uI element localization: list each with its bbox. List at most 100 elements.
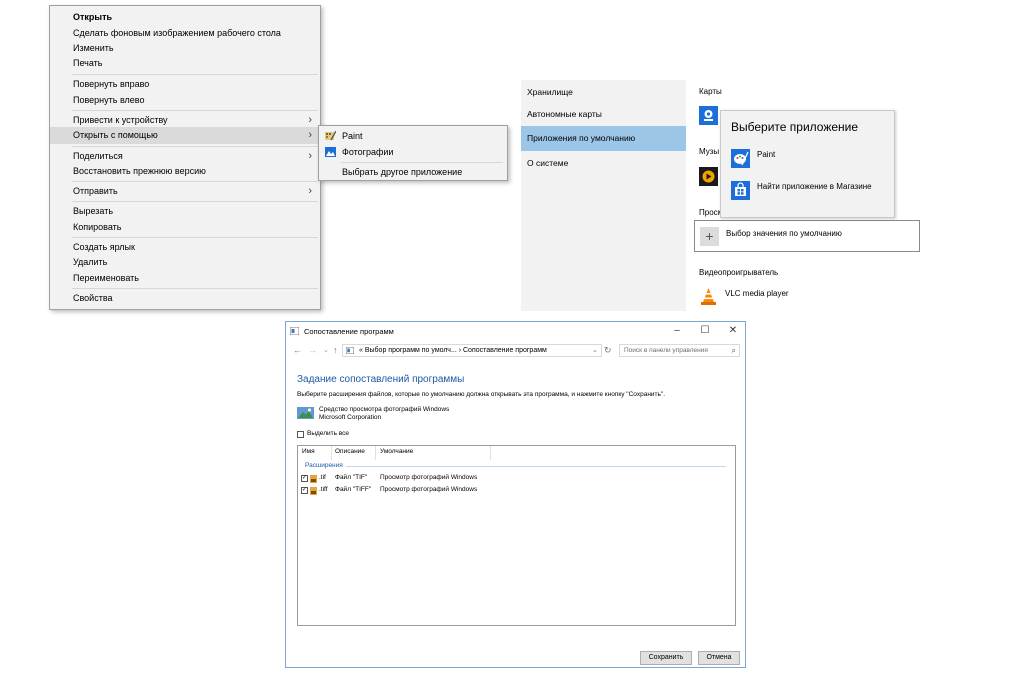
forward-arrow-icon[interactable]: → [308, 344, 317, 357]
menu-item-delete[interactable]: Удалить [50, 254, 320, 271]
close-button[interactable]: ✕ [722, 324, 744, 338]
photo-viewer-icon [297, 407, 314, 419]
menu-item-rotate-left[interactable]: Повернуть влево [50, 92, 320, 109]
menu-item-label: Изменить [73, 43, 114, 53]
group-header: Расширения [305, 462, 343, 469]
select-all-label: Выделить все [307, 430, 350, 437]
table-row[interactable]: ✓ .tif Файл "TIF" Просмотр фотографий Wi… [298, 474, 735, 485]
menu-separator [341, 162, 503, 163]
select-all-checkbox[interactable] [297, 431, 304, 438]
nav-item-label: Хранилище [527, 87, 573, 97]
popup-paint-tile[interactable] [731, 149, 750, 168]
settings-nav-about[interactable]: О системе [521, 151, 686, 176]
submenu-item-choose-other-app[interactable]: Выбрать другое приложение [319, 164, 507, 180]
maps-app-tile[interactable] [699, 106, 718, 125]
menu-item-label: Копировать [73, 222, 122, 232]
address-text: « Выбор программ по умолч... › Сопоставл… [359, 347, 547, 354]
address-dropdown-icon[interactable]: ⌄ [592, 344, 598, 357]
menu-item-label: Удалить [73, 257, 108, 267]
section-label-video-player: Видеопроигрыватель [699, 268, 779, 277]
menu-separator [72, 288, 318, 289]
menu-item-label: Открыть [73, 12, 113, 22]
menu-item-print[interactable]: Печать [50, 55, 320, 72]
column-header-name[interactable]: Имя [302, 448, 315, 455]
tiff-file-icon [310, 487, 317, 495]
row-description: Файл "TIFF" [335, 486, 372, 493]
music-app-tile[interactable] [699, 167, 718, 186]
row-checkbox[interactable]: ✓ [301, 475, 308, 482]
row-default: Просмотр фотографий Windows [380, 474, 478, 481]
choose-app-popup: Выберите приложение Paint Найти приложен… [720, 110, 895, 218]
choose-default-button[interactable]: + Выбор значения по умолчанию [694, 220, 920, 252]
menu-separator [72, 201, 318, 202]
history-dropdown-icon[interactable]: ⌄ [323, 344, 329, 357]
window-title: Сопоставление программ [304, 327, 394, 336]
program-name: Средство просмотра фотографий Windows [319, 406, 450, 413]
menu-item-send-to[interactable]: Отправить › [50, 183, 320, 200]
menu-item-properties[interactable]: Свойства [50, 290, 320, 307]
menu-item-label: Свойства [73, 293, 113, 303]
row-default: Просмотр фотографий Windows [380, 486, 478, 493]
minimize-button[interactable]: – [666, 324, 688, 338]
column-divider [375, 446, 376, 460]
menu-item-cut[interactable]: Вырезать [50, 203, 320, 220]
menu-item-rotate-right[interactable]: Повернуть вправо [50, 76, 320, 93]
submenu-item-label: Выбрать другое приложение [342, 167, 463, 177]
up-arrow-icon[interactable]: ↑ [333, 344, 338, 357]
search-input[interactable]: Поиск в панели управления ⌕ [619, 344, 740, 357]
search-icon: ⌕ [731, 346, 736, 355]
submenu-item-photos[interactable]: Фотографии [319, 144, 507, 160]
section-label-maps: Карты [699, 87, 722, 96]
extensions-list: Имя Описание Умолчание Расширения ✓ .tif… [297, 445, 736, 626]
menu-item-label: Открыть с помощью [73, 130, 158, 140]
menu-separator [72, 110, 318, 111]
menu-item-label: Переименовать [73, 273, 139, 283]
row-name: .tif [319, 474, 326, 481]
section-label-music: Музы [699, 147, 720, 156]
menu-item-rename[interactable]: Переименовать [50, 270, 320, 287]
program-vendor: Microsoft Corporation [319, 414, 382, 421]
menu-separator [72, 74, 318, 75]
popup-item-paint[interactable]: Paint [757, 150, 775, 159]
nav-item-label: Приложения по умолчанию [527, 133, 636, 143]
column-header-description[interactable]: Описание [335, 448, 365, 455]
settings-nav: Хранилище Автономные карты Приложения по… [521, 80, 686, 311]
menu-item-label: Поделиться [73, 151, 123, 161]
back-arrow-icon[interactable]: ← [293, 344, 302, 357]
maximize-button[interactable]: ☐ [694, 324, 716, 338]
refresh-icon[interactable]: ↻ [604, 344, 612, 357]
menu-item-label: Создать ярлык [73, 242, 135, 252]
menu-item-label: Отправить [73, 186, 118, 196]
settings-nav-default-apps[interactable]: Приложения по умолчанию [521, 126, 686, 151]
paint-icon [325, 131, 336, 141]
menu-separator [72, 237, 318, 238]
row-checkbox[interactable]: ✓ [301, 487, 308, 494]
submenu-item-paint[interactable]: Paint [319, 128, 507, 144]
menu-item-label: Сделать фоновым изображением рабочего ст… [73, 28, 281, 38]
menu-item-open-with[interactable]: Открыть с помощью › [50, 127, 320, 144]
music-player-icon [702, 170, 715, 183]
menu-item-label: Привести к устройству [73, 115, 168, 125]
open-with-submenu: Paint Фотографии Выбрать другое приложен… [318, 125, 508, 181]
popup-store-tile[interactable] [731, 181, 750, 200]
menu-item-open[interactable]: Открыть [50, 9, 320, 26]
cancel-button[interactable]: Отмена [698, 651, 740, 665]
menu-item-copy[interactable]: Копировать [50, 219, 320, 236]
menu-item-label: Восстановить прежнюю версию [73, 166, 206, 176]
row-name: .tiff [319, 486, 328, 493]
vlc-app-tile[interactable] [699, 287, 718, 306]
search-placeholder: Поиск в панели управления [624, 347, 708, 354]
save-button[interactable]: Сохранить [640, 651, 692, 665]
menu-item-restore-previous[interactable]: Восстановить прежнюю версию [50, 163, 320, 180]
address-cp-icon [346, 347, 354, 354]
address-bar[interactable]: « Выбор программ по умолч... › Сопоставл… [342, 344, 602, 357]
group-divider [346, 466, 726, 467]
nav-item-label: О системе [527, 158, 569, 168]
submenu-item-label: Фотографии [342, 147, 394, 157]
settings-nav-offline-maps[interactable]: Автономные карты [521, 102, 686, 127]
menu-separator [72, 181, 318, 182]
choose-default-label: Выбор значения по умолчанию [726, 229, 842, 238]
table-row[interactable]: ✓ .tiff Файл "TIFF" Просмотр фотографий … [298, 486, 735, 497]
column-header-default[interactable]: Умолчание [380, 448, 413, 455]
popup-item-find-in-store[interactable]: Найти приложение в Магазине [757, 182, 872, 191]
